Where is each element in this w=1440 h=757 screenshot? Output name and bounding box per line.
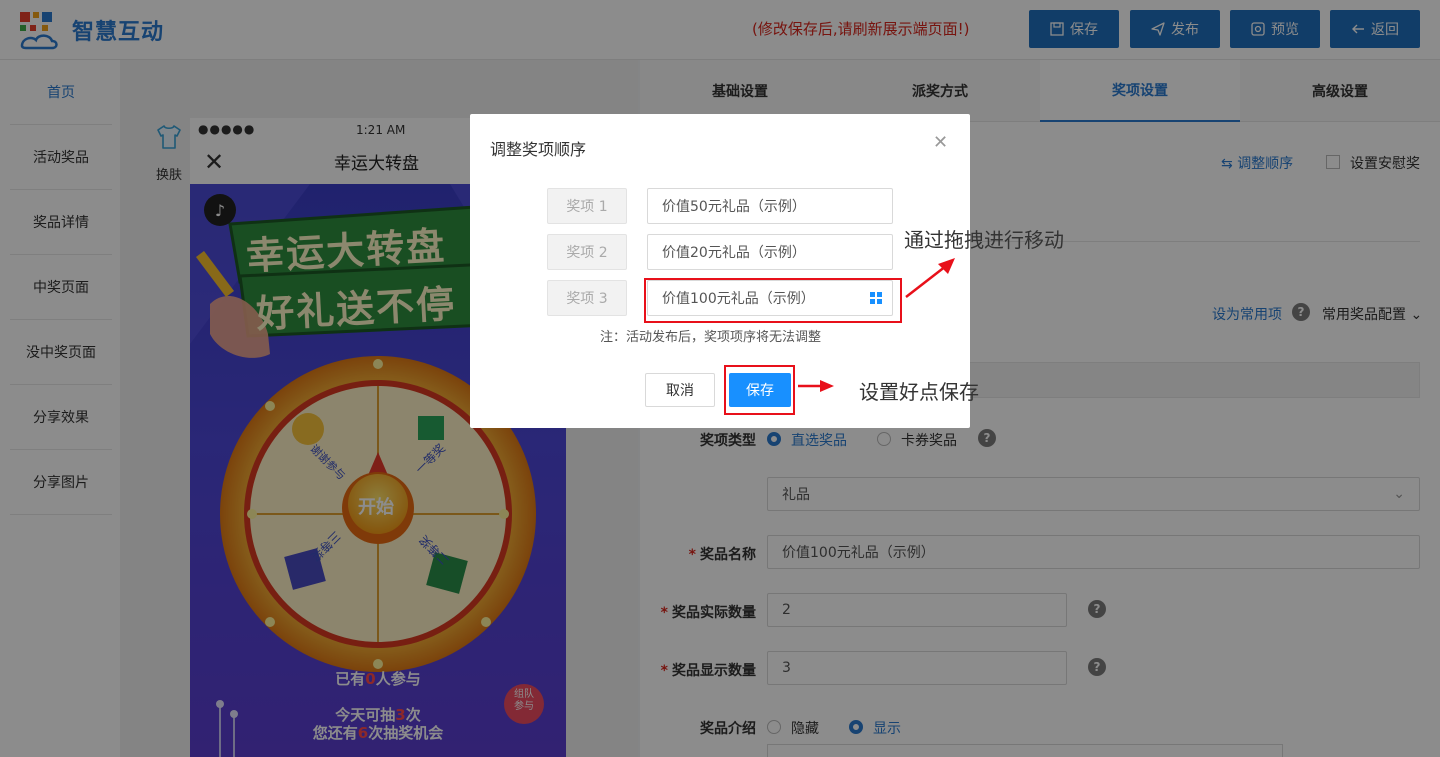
annotation-drag: 通过拖拽进行移动 — [904, 228, 1064, 252]
order-note: 注：活动发布后，奖项项序将无法调整 — [600, 330, 822, 345]
prize-order-label-2: 奖项 2 — [547, 234, 627, 270]
annotation-save: 设置好点保存 — [859, 380, 979, 404]
cancel-button[interactable]: 取消 — [645, 373, 715, 407]
prize-order-item-2[interactable]: 价值20元礼品（示例） — [647, 234, 893, 270]
prize-order-label-3: 奖项 3 — [547, 280, 627, 316]
highlight-box-drag — [644, 278, 902, 323]
prize-order-item-1[interactable]: 价值50元礼品（示例） — [647, 188, 893, 224]
prize-order-label-1: 奖项 1 — [547, 188, 627, 224]
dialog-title: 调整奖项顺序 — [490, 140, 587, 159]
highlight-box-save — [724, 365, 795, 415]
close-icon[interactable]: ✕ — [933, 132, 948, 153]
